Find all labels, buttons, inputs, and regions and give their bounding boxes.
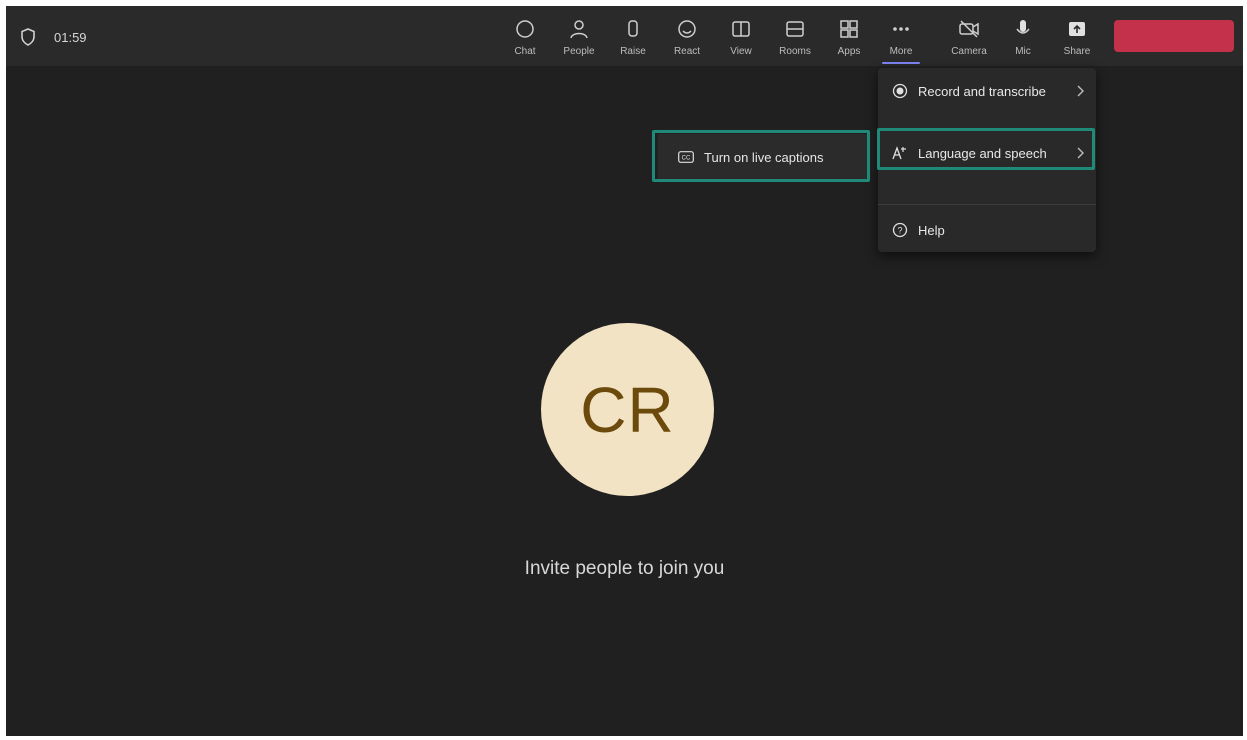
mic-icon — [1016, 20, 1030, 34]
svg-text:?: ? — [897, 226, 902, 236]
chat-label: Chat — [514, 46, 536, 57]
share-icon — [1069, 22, 1085, 36]
react-label: React — [673, 46, 701, 57]
people-icon — [570, 20, 588, 39]
raise-label: Raise — [620, 46, 646, 57]
share-label: Share — [1063, 46, 1091, 57]
mic-label: Mic — [1015, 46, 1031, 57]
view-button[interactable]: View — [714, 16, 768, 62]
captions-highlight — [652, 130, 870, 182]
more-icon — [893, 27, 909, 31]
raise-hand-icon — [628, 20, 638, 37]
avatar-initials: CR — [580, 373, 675, 446]
camera-off-icon — [959, 20, 979, 38]
rooms-icon — [786, 21, 804, 37]
menu-item-help-label: Help — [918, 222, 945, 238]
meeting-toolbar: 01:59 Chat People Raise React View Rooms — [6, 6, 1243, 66]
apps-button[interactable]: Apps — [822, 16, 876, 62]
share-button[interactable]: Share — [1050, 16, 1104, 62]
chat-button[interactable]: Chat — [498, 16, 552, 62]
rooms-button[interactable]: Rooms — [768, 16, 822, 62]
view-label: View — [730, 46, 752, 57]
shield-icon — [21, 28, 35, 46]
view-icon — [732, 21, 750, 37]
chat-icon — [516, 20, 534, 38]
meeting-timer: 01:59 — [54, 30, 87, 45]
apps-icon — [840, 20, 858, 38]
language-highlight — [877, 128, 1095, 170]
react-icon — [678, 20, 696, 38]
help-icon: ? — [892, 222, 908, 238]
invite-people-text[interactable]: Invite people to join you — [6, 558, 1243, 580]
apps-label: Apps — [837, 46, 861, 57]
chevron-right-icon — [1077, 85, 1084, 97]
menu-item-record-label: Record and transcribe — [918, 83, 1046, 99]
camera-button[interactable]: Camera — [942, 16, 996, 62]
people-label: People — [563, 46, 595, 57]
camera-label: Camera — [951, 46, 987, 57]
participant-avatar: CR — [541, 323, 714, 496]
menu-item-help[interactable]: ? Help — [878, 213, 1096, 247]
rooms-label: Rooms — [779, 46, 811, 57]
menu-divider — [878, 204, 1096, 205]
more-button[interactable]: More — [874, 16, 928, 64]
people-button[interactable]: People — [552, 16, 606, 62]
leave-button[interactable] — [1114, 20, 1234, 52]
meeting-window: 01:59 Chat People Raise React View Rooms — [6, 6, 1243, 736]
mic-button[interactable]: Mic — [996, 16, 1050, 62]
raise-hand-button[interactable]: Raise — [606, 16, 660, 62]
record-icon — [892, 83, 908, 99]
more-label: More — [889, 46, 913, 57]
react-button[interactable]: React — [660, 16, 714, 62]
menu-item-record[interactable]: Record and transcribe — [878, 74, 1096, 108]
